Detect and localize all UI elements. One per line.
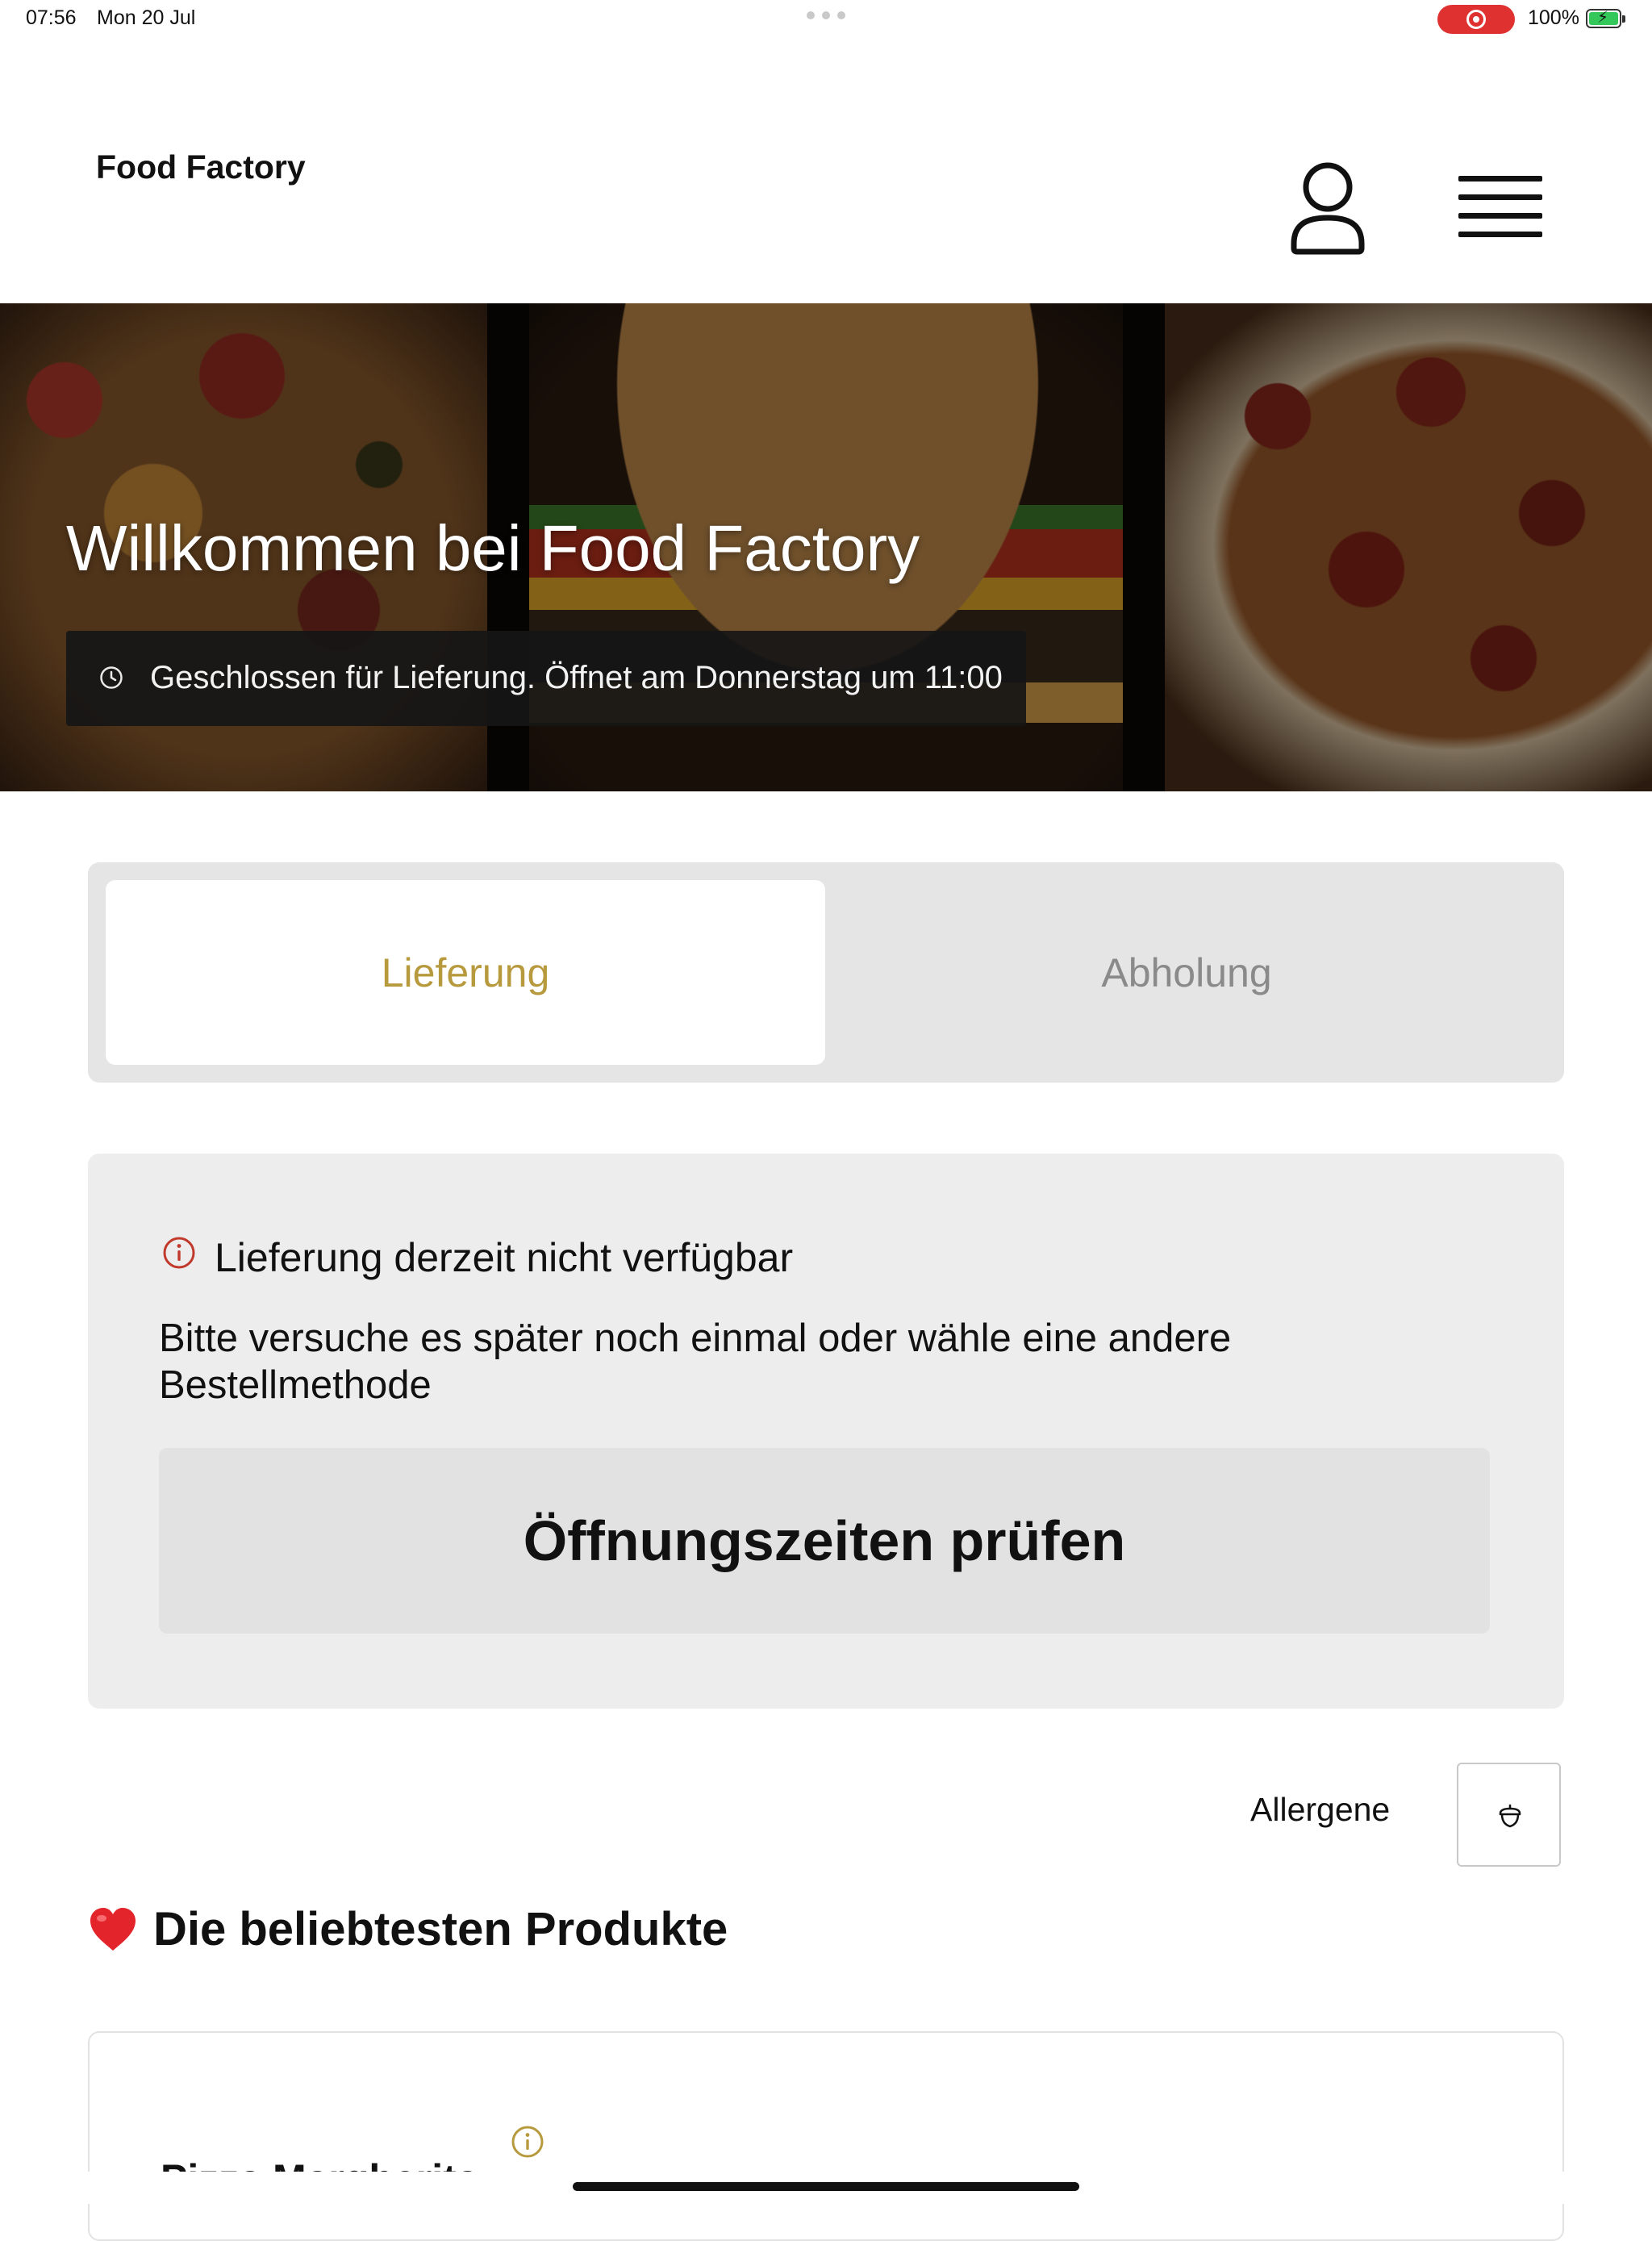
popular-products-title: Die beliebtesten Produkte — [153, 1903, 728, 1955]
clock-icon — [98, 665, 124, 691]
heart-icon — [90, 1907, 136, 1951]
product-card[interactable]: Pizza Margherita — [88, 2031, 1564, 2241]
brand-name[interactable]: Food Factory — [96, 148, 306, 186]
hero-banner: Willkommen bei Food Factory Geschlossen … — [0, 303, 1652, 791]
battery-percentage: 100% — [1528, 6, 1579, 29]
hero-title: Willkommen bei Food Factory — [66, 512, 920, 584]
status-bar: 07:56 Mon 20 Jul 100% ⚡ — [0, 0, 1652, 39]
multitasking-dots-icon[interactable] — [807, 11, 845, 21]
allergens-label: Allergene — [1250, 1791, 1391, 1828]
home-indicator[interactable] — [573, 2182, 1079, 2191]
tab-delivery[interactable]: Lieferung — [106, 880, 825, 1065]
popular-products-heading: Die beliebtesten Produkte — [89, 1902, 728, 1956]
delivery-status-banner: Geschlossen für Lieferung. Öffnet am Don… — [66, 631, 1026, 726]
user-icon[interactable] — [1287, 160, 1368, 257]
alert-message: Bitte versuche es später noch einmal ode… — [159, 1317, 1232, 1407]
info-icon[interactable] — [511, 2125, 544, 2159]
status-date: Mon 20 Jul — [97, 6, 196, 29]
delivery-unavailable-card: Lieferung derzeit nicht verfügbar Bitte … — [88, 1154, 1564, 1709]
check-opening-hours-button[interactable]: Öffnungszeiten prüfen — [159, 1448, 1490, 1634]
acorn-icon — [1499, 1804, 1521, 1828]
battery-icon: ⚡ — [1586, 9, 1625, 28]
status-time: 07:56 — [26, 6, 77, 29]
app-header: Food Factory — [0, 39, 1652, 303]
screen-recording-icon[interactable] — [1437, 5, 1515, 34]
info-icon — [162, 1236, 196, 1270]
allergens-filter-button[interactable] — [1457, 1763, 1561, 1867]
order-method-tabs: Lieferung Abholung — [88, 862, 1564, 1083]
hamburger-menu-icon[interactable] — [1458, 172, 1542, 244]
delivery-status-text: Geschlossen für Lieferung. Öffnet am Don… — [150, 660, 1003, 695]
tab-pickup[interactable]: Abholung — [827, 880, 1546, 1065]
alert-title: Lieferung derzeit nicht verfügbar — [215, 1235, 794, 1280]
